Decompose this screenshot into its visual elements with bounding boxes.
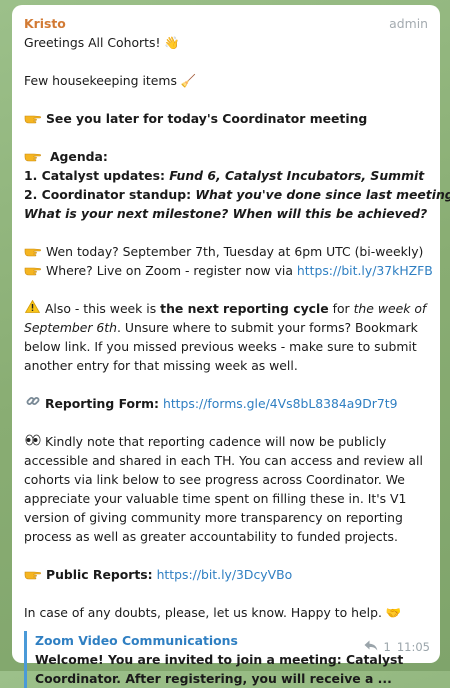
reporting-form-link[interactable]: https://forms.gle/4Vs8bL8384a9Dr7t9 bbox=[163, 396, 398, 411]
agenda-item-2: 2. Coordinator standup: What you've done… bbox=[24, 185, 450, 204]
week-of-text: the week of bbox=[353, 301, 427, 316]
agenda-title-line: Agenda: bbox=[24, 147, 428, 166]
message-header: Kristo admin bbox=[24, 14, 428, 33]
link-preview-desc-2: Coordinator. After registering, you will… bbox=[35, 671, 392, 686]
public-reports-label: Public Reports: bbox=[46, 567, 153, 582]
week-date-text: September 6th bbox=[24, 320, 118, 335]
kindly-text-1: Kindly note that reporting cadence will … bbox=[44, 434, 387, 449]
link-icon bbox=[24, 394, 41, 413]
pointing-hand-icon bbox=[24, 148, 42, 162]
see-later-line: See you later for today's Coordinator me… bbox=[24, 109, 428, 128]
kindly-line-5: version of giving community more transpa… bbox=[24, 510, 403, 525]
where-text: Where? Live on Zoom - register now via bbox=[46, 263, 297, 278]
agenda-item-1-label: 1. Catalyst updates: bbox=[24, 168, 170, 183]
housekeeping-line: Few housekeeping items 🧹 bbox=[24, 73, 197, 88]
also-line-4: another entry for that missing week as w… bbox=[24, 358, 298, 373]
agenda-title: Agenda: bbox=[49, 149, 108, 164]
reply-count[interactable]: 1 bbox=[384, 638, 391, 657]
pointing-hand-icon bbox=[24, 243, 42, 257]
also-rest-1: . Unsure where to submit your forms? Boo… bbox=[117, 320, 418, 335]
pointing-hand-icon bbox=[24, 110, 42, 124]
kindly-line-4: appreciate your valuable time spent on f… bbox=[24, 491, 407, 506]
also-text: Also - this week is bbox=[44, 301, 161, 316]
greeting-line: Greetings All Cohorts! 👋 bbox=[24, 35, 180, 50]
public-reports-link[interactable]: https://bit.ly/3DcyVBo bbox=[157, 567, 293, 582]
see-later-text: See you later for today's Coordinator me… bbox=[46, 111, 368, 126]
reporting-form-line: Reporting Form: https://forms.gle/4Vs8bL… bbox=[24, 394, 428, 413]
also-line-1: Also - this week is the next reporting c… bbox=[24, 299, 428, 318]
agenda-item-2-detail: What you've done since last meeting? bbox=[195, 187, 450, 202]
agenda-item-1-detail: Fund 6, Catalyst Incubators, Summit bbox=[169, 168, 425, 183]
agenda-item-2-cont: What is your next milestone? When will t… bbox=[24, 206, 428, 221]
kindly-line-1: Kindly note that reporting cadence will … bbox=[24, 432, 428, 451]
warning-icon bbox=[24, 299, 41, 318]
doubts-line: In case of any doubts, please, let us kn… bbox=[24, 605, 402, 620]
kindly-line-3: cohorts via link below to see progress a… bbox=[24, 472, 405, 487]
kindly-line-2: accessible and shared in each TH. You ca… bbox=[24, 453, 423, 468]
when-line: Wen today? September 7th, Tuesday at 6pm… bbox=[24, 242, 428, 261]
message-meta: 1 11:05 bbox=[364, 638, 430, 657]
also-line-2: September 6th. Unsure where to submit yo… bbox=[24, 318, 428, 337]
zoom-register-link[interactable]: https://bit.ly/37kHZFB bbox=[297, 263, 433, 278]
sender-name[interactable]: Kristo bbox=[24, 14, 66, 33]
also-for-text: for bbox=[328, 301, 354, 316]
reporting-cycle-text: the next reporting cycle bbox=[160, 301, 329, 316]
reply-arrow-icon[interactable] bbox=[364, 638, 378, 657]
kindly-line-6: process as well as greater accountabilit… bbox=[24, 529, 398, 544]
eyes-icon bbox=[24, 432, 41, 451]
message-bubble: Kristo admin Greetings All Cohorts! 👋 Fe… bbox=[12, 5, 450, 688]
agenda-item-2-label: 2. Coordinator standup: bbox=[24, 187, 196, 202]
public-reports-line: Public Reports: https://bit.ly/3DcyVBo bbox=[24, 565, 428, 584]
reporting-form-label: Reporting Form: bbox=[44, 396, 160, 411]
pointing-hand-icon bbox=[24, 566, 42, 580]
where-line: Where? Live on Zoom - register now via h… bbox=[24, 261, 433, 280]
agenda-item-1: 1. Catalyst updates: Fund 6, Catalyst In… bbox=[24, 166, 428, 185]
also-line-3: below link. If you missed previous weeks… bbox=[24, 339, 417, 354]
sender-role-badge: admin bbox=[389, 16, 428, 31]
pointing-hand-icon bbox=[24, 262, 42, 276]
message-time: 11:05 bbox=[396, 640, 430, 654]
when-text: Wen today? September 7th, Tuesday at 6pm… bbox=[46, 244, 424, 259]
